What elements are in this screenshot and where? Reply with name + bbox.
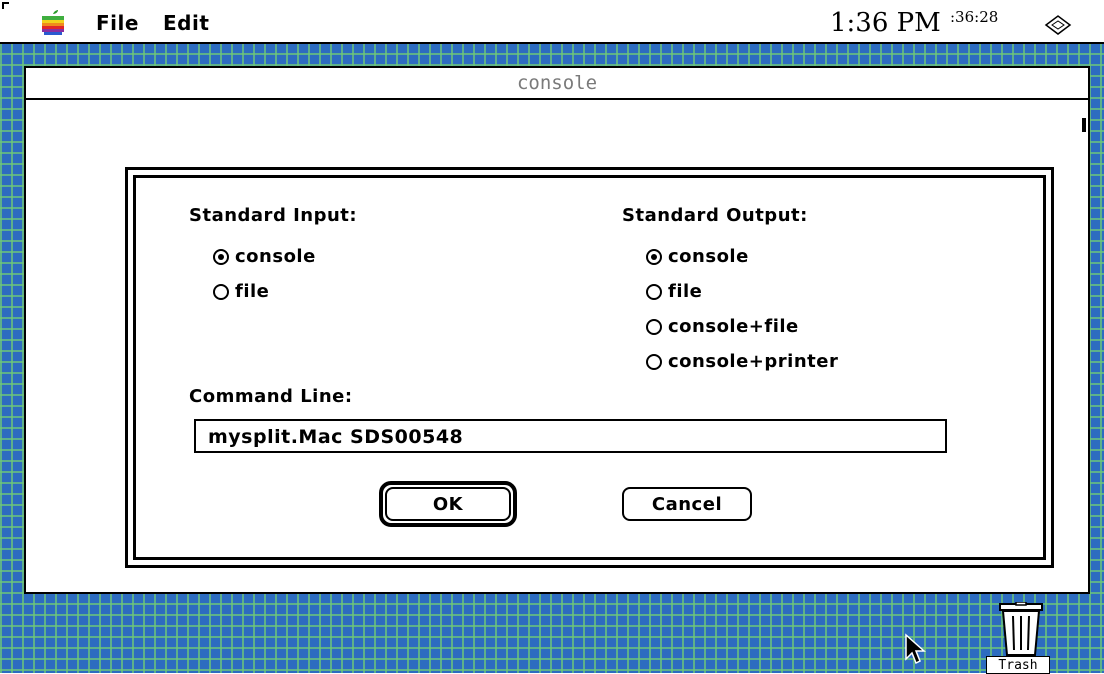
radio-output-console-printer[interactable]: console+printer xyxy=(646,351,838,372)
trash-icon[interactable] xyxy=(998,602,1044,656)
command-line-label: Command Line: xyxy=(189,386,353,407)
console-window: console Standard Input: console file Sta… xyxy=(24,66,1090,594)
radio-input-file[interactable]: file xyxy=(213,281,269,302)
radio-output-file[interactable]: file xyxy=(646,281,702,302)
radio-unselected-icon[interactable] xyxy=(646,283,662,300)
trash-label[interactable]: Trash xyxy=(986,656,1050,674)
standard-input-label: Standard Input: xyxy=(189,205,358,226)
radio-label: file xyxy=(235,281,270,302)
notification-icon[interactable] xyxy=(1044,14,1072,36)
radio-label: console xyxy=(235,246,316,267)
menu-edit[interactable]: Edit xyxy=(163,11,209,35)
command-line-field[interactable]: mysplit.Mac SDS00548 xyxy=(194,419,947,453)
radio-unselected-icon[interactable] xyxy=(646,318,662,335)
radio-input-console[interactable]: console xyxy=(213,246,316,267)
radio-label: console+printer xyxy=(668,351,839,372)
scroll-indicator xyxy=(1082,118,1086,132)
window-titlebar[interactable]: console xyxy=(26,68,1088,100)
dialog-inner-frame xyxy=(133,175,1046,560)
cancel-button[interactable]: Cancel xyxy=(622,487,752,521)
radio-label: console xyxy=(668,246,749,267)
clock[interactable]: 1:36 PM xyxy=(830,8,941,38)
radio-unselected-icon[interactable] xyxy=(646,353,662,370)
radio-selected-icon[interactable] xyxy=(213,248,229,265)
radio-output-console[interactable]: console xyxy=(646,246,749,267)
radio-selected-icon[interactable] xyxy=(646,248,662,265)
menu-bar: File Edit 1:36 PM :36:28 xyxy=(0,0,1104,44)
corner-mark xyxy=(2,2,9,9)
ok-button[interactable]: OK xyxy=(385,487,511,521)
radio-label: console+file xyxy=(668,316,799,337)
standard-output-label: Standard Output: xyxy=(622,205,808,226)
window-title: console xyxy=(516,72,598,94)
mouse-pointer-icon xyxy=(905,633,926,665)
io-dialog: Standard Input: console file Standard Ou… xyxy=(125,167,1054,568)
clock-seconds: :36:28 xyxy=(950,8,999,26)
apple-icon[interactable] xyxy=(40,10,66,36)
radio-label: file xyxy=(668,281,703,302)
radio-unselected-icon[interactable] xyxy=(213,283,229,300)
menu-file[interactable]: File xyxy=(96,11,139,35)
radio-output-console-file[interactable]: console+file xyxy=(646,316,799,337)
